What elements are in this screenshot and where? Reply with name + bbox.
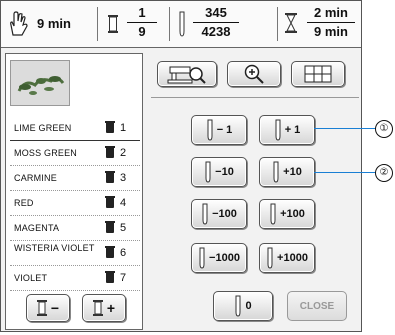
thread-color-panel: LIME GREEN 1 MOSS GREEN 2 CARMINE 3 RED … [5, 53, 143, 330]
needle-icon [199, 247, 205, 269]
list-item[interactable]: VIOLET 7 [10, 266, 140, 291]
thread-name: RED [14, 198, 34, 208]
grid-button[interactable] [291, 61, 345, 87]
needle-icon [202, 203, 208, 225]
list-item[interactable]: CARMINE 3 [10, 166, 140, 191]
thread-spool-icon [105, 221, 115, 233]
thread-name: LIME GREEN [14, 123, 72, 133]
needle-icon [267, 247, 273, 269]
color-order: 1 9 [127, 5, 157, 40]
needle-icon [207, 119, 213, 141]
needle-icon [205, 161, 211, 183]
zoom-in-icon [244, 64, 264, 84]
list-item[interactable]: MAGENTA 5 [10, 216, 140, 241]
color-total: 9 [138, 24, 146, 39]
close-button[interactable]: CLOSE [287, 291, 347, 321]
back-1000-stitches-button[interactable]: −1000 [191, 243, 247, 273]
sewing-time: 2 min 9 min [307, 5, 355, 40]
thread-name: VIOLET [14, 273, 48, 283]
thread-spool-icon [105, 146, 115, 158]
thread-name: MAGENTA [14, 223, 60, 233]
embroidery-screen: 9 min 1 9 345 4238 2 min 9 min LIME GREE… [0, 0, 362, 332]
status-bar: 9 min 1 9 345 4238 2 min 9 min [1, 1, 361, 48]
thread-spool-icon [105, 121, 115, 133]
back-1-stitch-button[interactable]: − 1 [191, 115, 247, 145]
stitch-total: 4238 [201, 24, 231, 39]
needle-icon [235, 295, 241, 317]
divider [277, 7, 278, 41]
thread-number: 3 [120, 172, 127, 184]
previous-color-button[interactable]: − [26, 294, 70, 322]
remaining-time: 9 min [37, 16, 71, 31]
thread-spool-icon [105, 171, 115, 183]
needle-icon [273, 161, 279, 183]
thread-number: 4 [120, 197, 127, 209]
list-item[interactable]: MOSS GREEN 2 [10, 141, 140, 166]
return-to-start-button[interactable]: 0 [213, 291, 273, 321]
zoom-button[interactable] [227, 61, 281, 87]
time-total: 9 min [314, 24, 348, 39]
thread-number: 7 [120, 272, 127, 284]
thread-spool-icon [108, 15, 118, 33]
stitch-current: 345 [205, 5, 227, 20]
hand-icon [10, 11, 28, 36]
list-item[interactable]: LIME GREEN 1 [10, 116, 140, 141]
needle-icon [179, 11, 185, 37]
divider [97, 7, 98, 41]
forward-10-stitches-button[interactable]: +10 [259, 157, 315, 187]
callout-1: ① [375, 120, 393, 138]
thread-color-list: LIME GREEN 1 MOSS GREEN 2 CARMINE 3 RED … [10, 116, 140, 291]
embroider-position-button[interactable] [157, 61, 217, 87]
thread-number: 5 [120, 222, 127, 234]
thread-number: 1 [120, 122, 127, 134]
callout-line [314, 172, 376, 173]
thread-spool-icon [105, 246, 115, 258]
divider [169, 7, 170, 41]
color-current: 1 [138, 5, 146, 20]
thread-spool-icon [105, 271, 115, 283]
forward-100-stitches-button[interactable]: +100 [259, 199, 315, 229]
divider [151, 97, 359, 98]
stitch-count: 345 4238 [193, 5, 239, 40]
thread-spool-icon [92, 300, 103, 316]
next-color-button[interactable]: + [82, 294, 126, 322]
list-item[interactable]: RED 4 [10, 191, 140, 216]
sewing-machine-magnifier-icon [167, 66, 206, 84]
leaf-pattern-image [17, 76, 65, 95]
pattern-preview [10, 60, 70, 106]
grid-icon [304, 65, 332, 83]
back-100-stitches-button[interactable]: −100 [191, 199, 247, 229]
hourglass-icon [285, 13, 297, 33]
thread-name: MOSS GREEN [14, 148, 78, 158]
thread-number: 2 [120, 147, 127, 159]
needle-icon [275, 119, 281, 141]
thread-spool-icon [36, 300, 47, 316]
time-elapsed: 2 min [314, 5, 348, 20]
forward-1000-stitches-button[interactable]: +1000 [259, 243, 315, 273]
needle-icon [270, 203, 276, 225]
callout-2: ② [375, 164, 393, 182]
forward-1-stitch-button[interactable]: + 1 [259, 115, 315, 145]
thread-number: 6 [120, 247, 127, 259]
callout-line [314, 128, 376, 129]
thread-name: WISTERIA VIOLET [14, 243, 95, 253]
thread-spool-icon [105, 196, 115, 208]
list-item[interactable]: WISTERIA VIOLET 6 [10, 241, 140, 266]
thread-name: CARMINE [14, 173, 57, 183]
back-10-stitches-button[interactable]: −10 [191, 157, 247, 187]
